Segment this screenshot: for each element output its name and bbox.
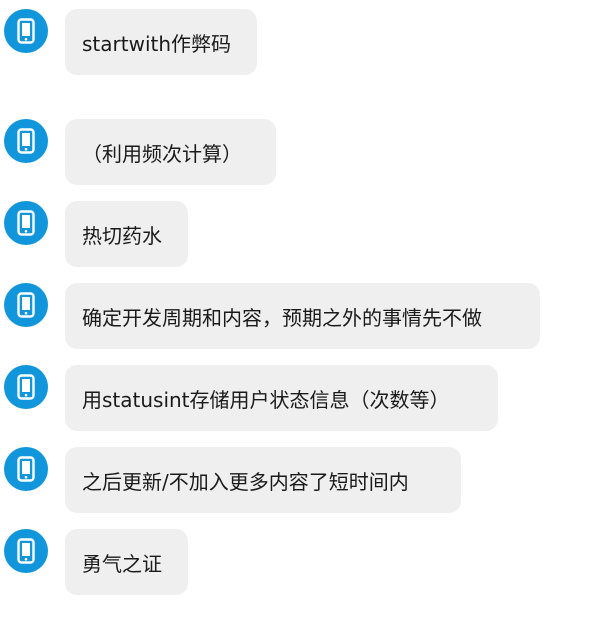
message-text: 用statusint存储用户状态信息（次数等）: [82, 387, 450, 412]
phone-icon: [17, 374, 35, 400]
message-text: 勇气之证: [82, 551, 162, 576]
message-bubble[interactable]: 之后更新/不加入更多内容了短时间内: [65, 447, 461, 513]
avatar[interactable]: [4, 447, 48, 491]
avatar[interactable]: [4, 365, 48, 409]
message-text: 热切药水: [82, 223, 162, 248]
phone-icon: [17, 210, 35, 236]
message-bubble[interactable]: startwith作弊码: [65, 9, 257, 75]
message-bubble[interactable]: （利用频次计算）: [65, 119, 276, 185]
phone-icon: [17, 128, 35, 154]
phone-icon: [17, 456, 35, 482]
avatar[interactable]: [4, 529, 48, 573]
avatar[interactable]: [4, 119, 48, 163]
phone-icon: [17, 292, 35, 318]
message-text: （利用频次计算）: [82, 141, 242, 166]
avatar[interactable]: [4, 283, 48, 327]
message-text: 确定开发周期和内容，预期之外的事情先不做: [82, 305, 482, 330]
message-bubble[interactable]: 用statusint存储用户状态信息（次数等）: [65, 365, 498, 431]
message-text: startwith作弊码: [82, 31, 232, 56]
message-bubble[interactable]: 勇气之证: [65, 529, 188, 595]
avatar[interactable]: [4, 201, 48, 245]
phone-icon: [17, 18, 35, 44]
message-bubble[interactable]: 确定开发周期和内容，预期之外的事情先不做: [65, 283, 540, 349]
message-text: 之后更新/不加入更多内容了短时间内: [82, 469, 409, 494]
avatar[interactable]: [4, 9, 48, 53]
message-bubble[interactable]: 热切药水: [65, 201, 188, 267]
phone-icon: [17, 538, 35, 564]
